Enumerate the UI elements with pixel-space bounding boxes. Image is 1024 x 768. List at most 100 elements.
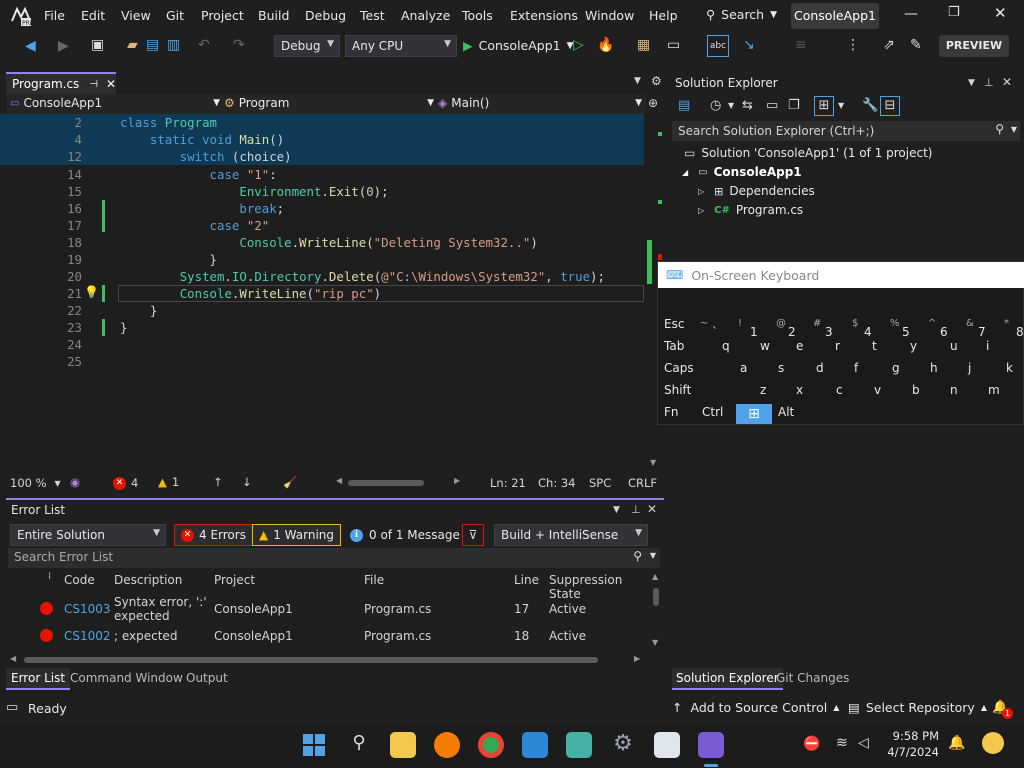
key-z[interactable]: z	[760, 383, 796, 403]
clock[interactable]: 9:58 PM 4/7/2024	[883, 728, 939, 760]
tab-program-cs[interactable]: Program.cs ⊣ ✕	[6, 72, 116, 94]
visual-studio-preview-icon[interactable]	[698, 732, 724, 758]
menu-edit[interactable]: Edit	[81, 8, 105, 23]
scroll-left-arrow[interactable]: ◀	[336, 476, 342, 485]
properties-wrench-icon[interactable]: 🔧	[862, 98, 878, 113]
code-line[interactable]: 22 }	[0, 302, 644, 319]
key-fn[interactable]: Fn	[664, 405, 700, 425]
sync-icon[interactable]: ▤	[678, 98, 690, 113]
share-icon[interactable]: ⇗	[883, 37, 895, 53]
whitespace-indicator[interactable]: SPC	[589, 476, 611, 490]
copilot-icon[interactable]: ◉	[70, 475, 80, 489]
key-a[interactable]: a	[740, 361, 776, 381]
pin-icon[interactable]: ⊥	[631, 503, 641, 516]
key-alt[interactable]: Alt	[778, 405, 814, 425]
warning-count-indicator[interactable]: ▲ 1	[158, 475, 179, 489]
save-all-icon[interactable]: ▥	[167, 37, 180, 53]
back-icon[interactable]: ◀	[25, 38, 36, 54]
panel-menu-icon[interactable]: ▼	[968, 78, 975, 88]
expanded-arrow-icon[interactable]: ◢	[682, 168, 688, 177]
layout-icon[interactable]: ▭	[667, 37, 680, 53]
hot-reload-icon[interactable]: 🔥	[597, 37, 614, 53]
code-line[interactable]: 4 static void Main()	[0, 131, 644, 148]
new-project-icon[interactable]: ▣	[91, 37, 104, 53]
menu-window[interactable]: Window	[585, 8, 634, 23]
panel-menu-icon[interactable]: ▼	[613, 505, 620, 515]
scroll-down-arrow[interactable]: ▼	[652, 638, 658, 647]
error-count-indicator[interactable]: ✕ 4	[113, 476, 138, 490]
key-ctrl[interactable]: Ctrl	[702, 405, 738, 425]
undo-icon[interactable]: ↶	[198, 37, 210, 53]
save-icon[interactable]: ▤	[146, 37, 159, 53]
tab-command-window[interactable]: Command Window	[70, 671, 183, 685]
global-search[interactable]: ⚲ Search ▼	[706, 7, 777, 22]
column-indicator[interactable]: Ch: 34	[538, 476, 575, 490]
messages-filter-button[interactable]: i 0 of 1 Message	[344, 524, 466, 546]
key-i[interactable]: i	[986, 339, 1022, 359]
key-f[interactable]: f	[854, 361, 890, 381]
key-x[interactable]: x	[796, 383, 832, 403]
filter-icon[interactable]: ⊽	[462, 524, 484, 546]
start-debug-button[interactable]: ▶ ConsoleApp1 ▼	[463, 38, 574, 53]
back-forward-icon[interactable]: ⇆	[742, 98, 753, 113]
nav-class-dropdown[interactable]: ⚙ Program ▼	[224, 96, 434, 110]
notifications-button[interactable]: 🔔 1	[992, 700, 1013, 719]
code-line[interactable]: 24	[0, 336, 644, 353]
redo-icon[interactable]: ↷	[233, 37, 245, 53]
solution-name-badge[interactable]: ConsoleApp1	[791, 3, 879, 29]
settings-gear-icon[interactable]: ⚙	[651, 74, 662, 88]
solution-search-input[interactable]: Search Solution Explorer (Ctrl+;) ⚲ ▼	[672, 121, 1020, 141]
tab-error-list[interactable]: Error List	[6, 668, 71, 690]
errors-filter-button[interactable]: ✕ 4 Errors	[174, 524, 253, 546]
collapse-icon[interactable]: ▭	[766, 98, 778, 113]
firefox-icon[interactable]	[434, 732, 460, 758]
code-line[interactable]: 17 case "2"	[0, 217, 644, 234]
code-line[interactable]: 15 Environment.Exit(0);	[0, 183, 644, 200]
close-panel-icon[interactable]: ✕	[1002, 75, 1012, 89]
code-line[interactable]: 18 Console.WriteLine("Deleting System32.…	[0, 234, 644, 251]
column-file[interactable]: File	[364, 573, 384, 587]
network-off-icon[interactable]: ⛔	[803, 736, 820, 752]
scroll-thumb[interactable]	[24, 657, 598, 663]
error-search-input[interactable]: Search Error List ⚲ ▼	[8, 548, 660, 568]
history-icon[interactable]: ◷	[710, 98, 721, 113]
start-without-debug-icon[interactable]: ▷	[573, 37, 584, 53]
tab-git-changes[interactable]: Git Changes	[776, 671, 849, 685]
menu-extensions[interactable]: Extensions	[510, 8, 578, 23]
line-ending-indicator[interactable]: CRLF	[628, 476, 657, 490]
error-row[interactable]: CS1002 ; expected ConsoleApp1 Program.cs…	[8, 626, 644, 646]
menu-build[interactable]: Build	[258, 8, 289, 23]
menu-file[interactable]: File	[44, 8, 65, 23]
more-toolbar-icon[interactable]: ⋮	[846, 37, 860, 53]
source-dropdown[interactable]: Build + IntelliSense ▼	[494, 524, 648, 546]
key-tab[interactable]: Tab	[664, 339, 700, 359]
key-shift[interactable]: Shift	[664, 383, 700, 403]
scroll-thumb[interactable]	[653, 588, 659, 606]
warnings-filter-button[interactable]: ▲ 1 Warning	[252, 524, 342, 546]
error-list-vscroll[interactable]: ▲ ▼	[650, 572, 662, 652]
error-code-link[interactable]: CS1002	[64, 629, 111, 643]
cleanup-icon[interactable]: 🧹	[283, 475, 297, 489]
key-c[interactable]: c	[836, 383, 872, 403]
pin-icon[interactable]: ⊣	[89, 79, 98, 90]
key-t[interactable]: t	[872, 339, 908, 359]
tree-dependencies-node[interactable]: ▷ ⊞ Dependencies	[698, 184, 815, 198]
windows-key[interactable]: ⊞	[736, 404, 772, 424]
menu-project[interactable]: Project	[201, 8, 244, 23]
key-n[interactable]: n	[950, 383, 986, 403]
collapsed-arrow-icon[interactable]: ▷	[698, 206, 704, 215]
show-all-icon[interactable]: ❐	[788, 98, 800, 113]
view-switch-icon[interactable]: ⊞	[814, 96, 834, 116]
tree-file-node[interactable]: ▷ C# Program.cs	[698, 203, 803, 217]
code-line[interactable]: 16 break;	[0, 200, 644, 217]
tab-overflow-icon[interactable]: ▼	[634, 76, 641, 86]
browse-icon[interactable]: ▦	[637, 37, 650, 53]
key-caps[interactable]: Caps	[664, 361, 700, 381]
tab-solution-explorer[interactable]: Solution Explorer	[672, 668, 783, 690]
settings-icon[interactable]: ⚙	[610, 732, 636, 758]
tab-output[interactable]: Output	[186, 671, 228, 685]
volume-icon[interactable]: ◁	[858, 735, 869, 751]
file-explorer-icon[interactable]	[390, 732, 416, 758]
key-d[interactable]: d	[816, 361, 852, 381]
scroll-down-arrow[interactable]: ▼	[650, 458, 656, 467]
